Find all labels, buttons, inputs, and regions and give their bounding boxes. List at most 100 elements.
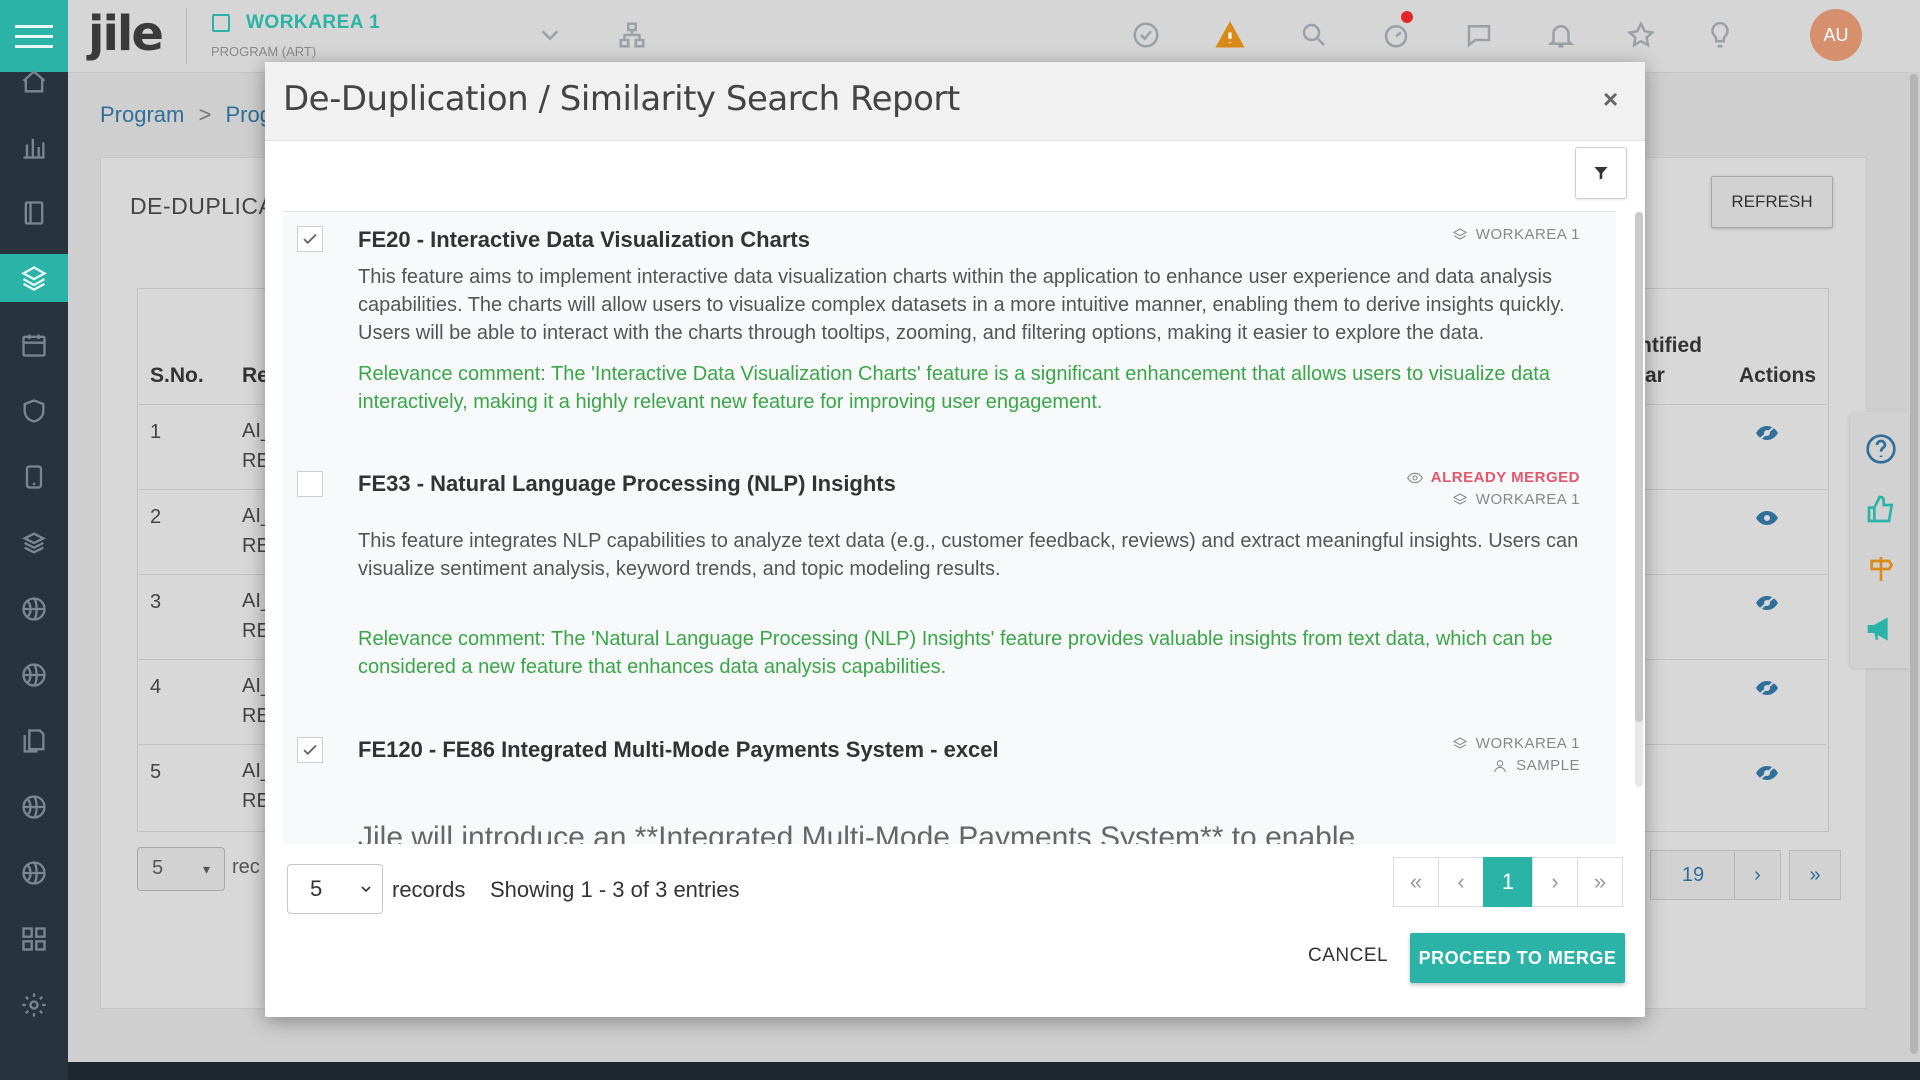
workarea-subtitle: PROGRAM (ART): [211, 44, 317, 59]
list-item: FE20 - Interactive Data Visualization Ch…: [283, 212, 1616, 458]
megaphone-icon[interactable]: [1864, 612, 1898, 646]
workarea-title[interactable]: WORKAREA 1: [246, 12, 380, 34]
lightbulb-icon[interactable]: [1703, 18, 1737, 52]
view-icon[interactable]: [1755, 510, 1779, 526]
pager-first[interactable]: «: [1393, 857, 1439, 907]
records-label: records: [392, 877, 466, 902]
grid-icon: [22, 927, 46, 951]
modal-scrollbar-thumb[interactable]: [1635, 212, 1643, 722]
shield-icon: [23, 399, 45, 423]
layers-icon: [21, 266, 47, 292]
proceed-to-merge-button[interactable]: PROCEED TO MERGE: [1410, 933, 1625, 983]
stack-icon: [22, 532, 46, 554]
entries-summary: Showing 1 - 3 of 3 entries: [490, 877, 740, 902]
notebook-icon: [24, 201, 44, 225]
item-description: This feature aims to implement interacti…: [358, 266, 1565, 344]
bg-page-last[interactable]: »: [1789, 850, 1841, 900]
sidebar-item-security[interactable]: [0, 388, 68, 434]
layers-icon: [1452, 227, 1467, 240]
row-sno: 5: [150, 761, 162, 783]
user-icon: [1494, 759, 1506, 772]
basketball-icon: [22, 663, 46, 687]
layers-icon: [1452, 492, 1467, 505]
mobile-icon: [25, 465, 43, 489]
page-scrollbar-thumb[interactable]: [1910, 74, 1918, 1054]
sidebar-item-docs[interactable]: [0, 718, 68, 764]
check-icon: [303, 744, 317, 756]
check-icon: [303, 233, 317, 245]
col-header-actions: Actions: [1739, 364, 1817, 387]
pager-page-1[interactable]: 1: [1483, 857, 1533, 907]
hierarchy-icon[interactable]: [615, 18, 649, 52]
sidebar-item-ball-2[interactable]: [0, 652, 68, 698]
workarea-tag: WORKAREA 1: [1452, 491, 1580, 508]
pager-last[interactable]: »: [1577, 857, 1623, 907]
sidebar-item-ball-3[interactable]: [0, 784, 68, 830]
chevron-down-icon[interactable]: [533, 18, 567, 52]
sidebar-item-ball-4[interactable]: [0, 850, 68, 896]
sidebar-item-settings[interactable]: [0, 982, 68, 1028]
help-icon[interactable]: [1864, 432, 1898, 466]
bg-page-size-select[interactable]: 5 ▾: [137, 847, 225, 891]
bell-icon[interactable]: [1544, 18, 1578, 52]
check-circle-icon[interactable]: [1129, 18, 1163, 52]
already-merged-tag: ALREADY MERGED: [1406, 469, 1580, 486]
sidebar-item-mobile[interactable]: [0, 454, 68, 500]
sidebar-item-home[interactable]: [0, 60, 68, 104]
bg-page-19[interactable]: 19: [1650, 850, 1736, 900]
chat-icon[interactable]: [1462, 18, 1496, 52]
thumbs-up-icon[interactable]: [1864, 492, 1898, 526]
cancel-button[interactable]: CANCEL: [1308, 945, 1388, 967]
sidebar-item-stack[interactable]: [0, 520, 68, 566]
left-sidebar: [0, 0, 68, 1080]
basketball-icon: [22, 795, 46, 819]
chevron-down-icon: ▾: [202, 861, 210, 877]
breadcrumb-program[interactable]: Program: [100, 102, 184, 127]
avatar[interactable]: AU: [1810, 9, 1862, 61]
col-header-identified: ntified: [1639, 334, 1702, 357]
star-icon[interactable]: [1624, 18, 1658, 52]
sidebar-item-apps[interactable]: [0, 916, 68, 962]
item-checkbox[interactable]: [297, 471, 323, 497]
panel-title: DE-DUPLICA: [130, 193, 275, 219]
layers-icon: [1452, 736, 1467, 749]
item-checkbox[interactable]: [297, 226, 323, 252]
item-title[interactable]: FE33 - Natural Language Processing (NLP)…: [358, 471, 896, 497]
hamburger-icon: [15, 18, 53, 55]
item-description: Jile will introduce an **Integrated Mult…: [358, 821, 1356, 844]
close-icon[interactable]: ×: [1603, 84, 1618, 115]
sidebar-item-reports[interactable]: [0, 124, 68, 170]
item-title[interactable]: FE20 - Interactive Data Visualization Ch…: [358, 227, 810, 253]
sidebar-item-notebook[interactable]: [0, 190, 68, 236]
signpost-icon[interactable]: [1864, 552, 1898, 586]
timer-icon[interactable]: [1379, 18, 1413, 52]
breadcrumb: Program > Prog: [100, 102, 272, 128]
bg-records-label: rec: [232, 856, 260, 878]
sidebar-item-ball-1[interactable]: [0, 586, 68, 632]
item-checkbox[interactable]: [297, 737, 323, 763]
view-hidden-icon[interactable]: [1755, 680, 1779, 696]
view-hidden-icon[interactable]: [1755, 765, 1779, 781]
jile-logo[interactable]: jile: [88, 6, 164, 62]
filter-button[interactable]: [1575, 147, 1627, 199]
sidebar-item-layers[interactable]: [0, 254, 68, 302]
pager-prev[interactable]: ‹: [1438, 857, 1484, 907]
view-hidden-icon[interactable]: [1755, 595, 1779, 611]
warning-icon[interactable]: [1213, 18, 1247, 52]
search-icon[interactable]: [1297, 18, 1331, 52]
list-item: FE33 - Natural Language Processing (NLP)…: [283, 457, 1616, 726]
sidebar-item-calendar[interactable]: [0, 322, 68, 368]
bottom-bar: [68, 1062, 1920, 1080]
dedup-report-modal: De-Duplication / Similarity Search Repor…: [265, 62, 1645, 1017]
pager-next[interactable]: ›: [1532, 857, 1578, 907]
item-title[interactable]: FE120 - FE86 Integrated Multi-Mode Payme…: [358, 737, 999, 763]
sample-tag: SAMPLE: [1492, 757, 1580, 774]
view-hidden-icon[interactable]: [1755, 425, 1779, 441]
filter-icon: [1594, 167, 1608, 180]
right-helper-rail: [1850, 412, 1912, 668]
list-item: FE120 - FE86 Integrated Multi-Mode Payme…: [283, 725, 1616, 844]
refresh-button[interactable]: REFRESH: [1711, 176, 1833, 228]
bg-page-next[interactable]: ›: [1734, 850, 1781, 900]
documents-icon: [23, 729, 45, 753]
modal-header: De-Duplication / Similarity Search Repor…: [265, 62, 1645, 141]
